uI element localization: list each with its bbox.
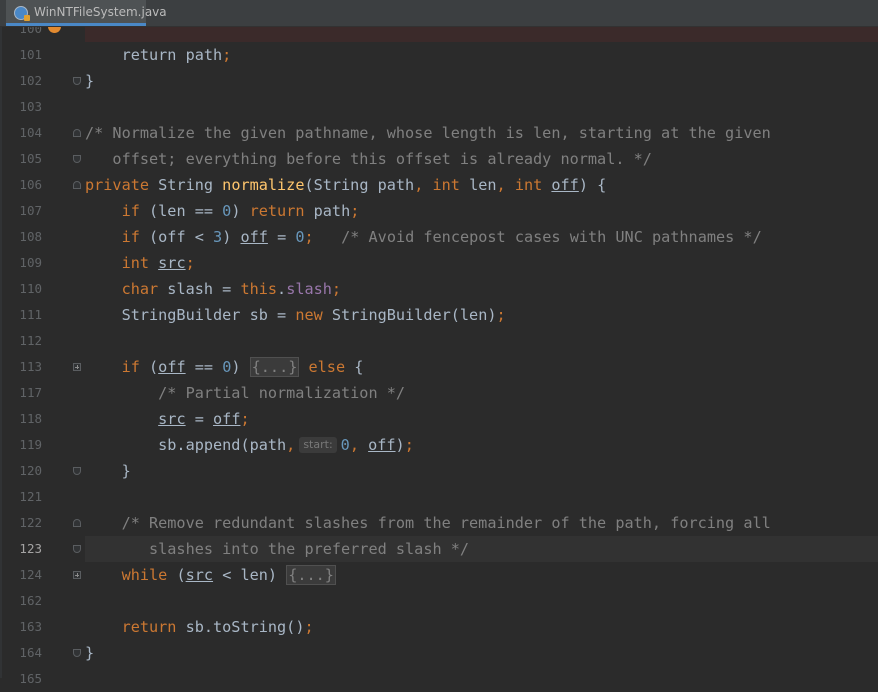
code-line[interactable]: int src; bbox=[85, 250, 878, 276]
code-text: } bbox=[85, 72, 95, 90]
expand-fold-icon[interactable] bbox=[73, 363, 81, 371]
code-line[interactable]: /* Partial normalization */ bbox=[85, 380, 878, 406]
tab-label: WinNTFileSystem.java bbox=[34, 5, 167, 19]
line-number[interactable]: 106 bbox=[0, 177, 42, 192]
collapse-fold-icon[interactable] bbox=[73, 519, 81, 527]
code-text: /* Normalize the given pathname, whose l… bbox=[85, 124, 771, 142]
code-text: StringBuilder sb = new StringBuilder(len… bbox=[85, 306, 506, 324]
line-number[interactable]: 165 bbox=[0, 671, 42, 686]
line-number[interactable]: 109 bbox=[0, 255, 42, 270]
code-line[interactable]: slashes into the preferred slash */ bbox=[85, 536, 878, 562]
collapse-fold-icon[interactable] bbox=[73, 545, 81, 553]
code-text: while (src < len) {...} bbox=[121, 565, 336, 585]
code-line[interactable]: sb.append(path, start: 0, off); bbox=[85, 432, 878, 458]
folded-code-block[interactable]: {...} bbox=[286, 565, 336, 585]
line-number[interactable]: 110 bbox=[0, 281, 42, 296]
code-line[interactable]: if (len == 0) return path; bbox=[85, 198, 878, 224]
line-number[interactable]: 120 bbox=[0, 463, 42, 478]
code-line[interactable]: /* Remove redundant slashes from the rem… bbox=[85, 510, 878, 536]
code-text: slashes into the preferred slash */ bbox=[85, 540, 470, 558]
code-line[interactable]: } bbox=[85, 640, 878, 666]
line-number[interactable]: 124 bbox=[0, 567, 42, 582]
code-line[interactable]: return path; bbox=[85, 42, 878, 68]
collapse-fold-icon[interactable] bbox=[73, 77, 81, 85]
line-number[interactable]: 107 bbox=[0, 203, 42, 218]
code-line[interactable]: return sb.toString(); bbox=[85, 614, 878, 640]
line-number[interactable]: 105 bbox=[0, 151, 42, 166]
line-number[interactable]: 122 bbox=[0, 515, 42, 530]
code-text: src = off; bbox=[158, 410, 250, 428]
collapse-fold-icon[interactable] bbox=[73, 155, 81, 163]
code-text: if (len == 0) return path; bbox=[121, 202, 360, 220]
line-number[interactable]: 121 bbox=[0, 489, 42, 504]
code-text: return path; bbox=[85, 46, 232, 64]
code-line[interactable]: /* Normalize the given pathname, whose l… bbox=[85, 120, 878, 146]
line-number[interactable]: 104 bbox=[0, 125, 42, 140]
editor-tab-bar: WinNTFileSystem.java bbox=[0, 0, 878, 27]
line-number[interactable]: 119 bbox=[0, 437, 42, 452]
line-number[interactable]: 117 bbox=[0, 385, 42, 400]
line-number[interactable]: 101 bbox=[0, 47, 42, 62]
line-number[interactable]: 112 bbox=[0, 333, 42, 348]
line-number[interactable]: 108 bbox=[0, 229, 42, 244]
code-line[interactable] bbox=[85, 588, 878, 614]
code-line[interactable] bbox=[85, 328, 878, 354]
code-text: return sb.toString(); bbox=[121, 618, 314, 636]
collapse-fold-icon[interactable] bbox=[73, 467, 81, 475]
code-line[interactable]: char slash = this.slash; bbox=[85, 276, 878, 302]
code-line[interactable]: if (off < 3) off = 0; /* Avoid fencepost… bbox=[85, 224, 878, 250]
code-text: private String normalize(String path, in… bbox=[85, 176, 607, 194]
line-number[interactable]: 118 bbox=[0, 411, 42, 426]
expand-fold-icon[interactable] bbox=[73, 571, 81, 579]
code-line[interactable] bbox=[85, 484, 878, 510]
code-text: } bbox=[85, 462, 131, 480]
code-line[interactable]: src = off; bbox=[85, 406, 878, 432]
code-line[interactable]: } bbox=[85, 458, 878, 484]
collapse-fold-icon[interactable] bbox=[73, 649, 81, 657]
code-text: char slash = this.slash; bbox=[121, 280, 342, 298]
java-class-icon bbox=[14, 6, 30, 21]
tab-winntfilesystem[interactable]: WinNTFileSystem.java bbox=[6, 0, 167, 26]
code-line[interactable]: while (src < len) {...} bbox=[85, 562, 878, 588]
line-number[interactable]: 111 bbox=[0, 307, 42, 322]
collapse-fold-icon[interactable] bbox=[73, 181, 81, 189]
code-text: if (off == 0) {...} else { bbox=[121, 357, 364, 377]
code-text: offset; everything before this offset is… bbox=[85, 150, 652, 168]
code-line[interactable]: } bbox=[85, 68, 878, 94]
line-number[interactable]: 164 bbox=[0, 645, 42, 660]
code-text: if (off < 3) off = 0; /* Avoid fencepost… bbox=[121, 228, 762, 246]
line-number[interactable]: 163 bbox=[0, 619, 42, 634]
code-text: int src; bbox=[121, 254, 195, 272]
code-line[interactable]: offset; everything before this offset is… bbox=[85, 146, 878, 172]
code-text: } bbox=[85, 644, 95, 662]
parameter-hint: start: bbox=[299, 437, 337, 453]
line-number[interactable]: 103 bbox=[0, 99, 42, 114]
code-text: /* Partial normalization */ bbox=[85, 384, 406, 402]
collapse-fold-icon[interactable] bbox=[73, 129, 81, 137]
code-text: sb.append(path, start: 0, off); bbox=[85, 436, 414, 454]
line-number[interactable]: 102 bbox=[0, 73, 42, 88]
line-number[interactable]: 123 bbox=[0, 541, 42, 556]
code-line[interactable]: if (off == 0) {...} else { bbox=[85, 354, 878, 380]
code-line[interactable]: StringBuilder sb = new StringBuilder(len… bbox=[85, 302, 878, 328]
code-text: /* Remove redundant slashes from the rem… bbox=[85, 514, 771, 532]
code-line[interactable] bbox=[85, 94, 878, 120]
line-number[interactable]: 162 bbox=[0, 593, 42, 608]
line-number[interactable]: 113 bbox=[0, 359, 42, 374]
code-line[interactable] bbox=[85, 666, 878, 692]
folded-code-block[interactable]: {...} bbox=[249, 357, 300, 377]
code-line[interactable]: private String normalize(String path, in… bbox=[85, 172, 878, 198]
